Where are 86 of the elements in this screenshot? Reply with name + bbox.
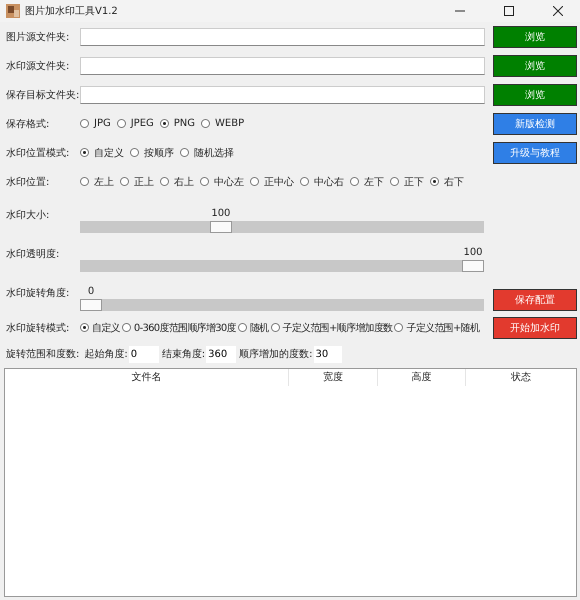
radio-option[interactable]: 中心右: [300, 174, 344, 188]
radio-option[interactable]: 子定义范围+随机: [394, 320, 480, 334]
folder-field[interactable]: [80, 28, 485, 46]
folder-field[interactable]: [80, 56, 485, 74]
angle-field[interactable]: 30: [314, 346, 342, 362]
radio-circle[interactable]: [270, 323, 280, 332]
radio-circle[interactable]: [80, 323, 89, 332]
field-label: 顺序增加的度数:: [239, 348, 312, 361]
slider-thumb[interactable]: [210, 221, 232, 233]
window-title: 图片加水印工具V1.2: [25, 4, 118, 18]
radio-circle[interactable]: [160, 119, 169, 128]
radio-option[interactable]: PNG: [160, 118, 196, 129]
radio-circle[interactable]: [250, 177, 259, 186]
radio-option[interactable]: 随机: [238, 320, 268, 334]
radio-circle[interactable]: [160, 177, 169, 186]
radio-option[interactable]: 正上: [120, 174, 154, 188]
save-config-button[interactable]: 保存配置: [493, 289, 577, 311]
slider-thumb[interactable]: [80, 299, 102, 311]
slider-track[interactable]: [80, 299, 484, 311]
angle-field[interactable]: 0: [128, 346, 159, 362]
slider-value: 0: [88, 286, 94, 299]
radio-option[interactable]: 左上: [80, 174, 114, 188]
field-label: 水印旋转角度:: [5, 286, 70, 300]
column-header[interactable]: 高度: [378, 369, 466, 386]
folder-field[interactable]: [80, 86, 485, 104]
close-icon[interactable]: [553, 6, 563, 16]
browse-button[interactable]: 浏览: [493, 84, 577, 106]
radio-circle[interactable]: [122, 323, 131, 332]
column-header[interactable]: 文件名: [5, 369, 289, 386]
radio-circle[interactable]: [120, 177, 129, 186]
field-label: 水印位置模式:: [5, 146, 70, 160]
radio-option[interactable]: 随机选择: [180, 146, 234, 160]
app-icon: [6, 4, 20, 18]
radio-option[interactable]: 0-360度范围顺序增30度: [122, 320, 236, 334]
browse-button[interactable]: 浏览: [493, 54, 577, 76]
column-header[interactable]: 状态: [466, 369, 576, 386]
radio-option[interactable]: 左下: [350, 174, 384, 188]
slider-thumb[interactable]: [462, 260, 484, 272]
field-label: 保存目标文件夹:: [5, 88, 80, 102]
radio-circle[interactable]: [430, 177, 439, 186]
radio-circle[interactable]: [80, 148, 89, 157]
radio-circle[interactable]: [200, 177, 209, 186]
slider-value: 100: [211, 208, 230, 221]
radio-option[interactable]: 右上: [160, 174, 194, 188]
start-button[interactable]: 开始加水印: [493, 316, 577, 338]
radio-option[interactable]: 中心左: [200, 174, 244, 188]
browse-button[interactable]: 浏览: [493, 26, 577, 48]
check-update-button[interactable]: 新版检测: [493, 112, 577, 134]
radio-circle[interactable]: [180, 148, 189, 157]
radio-option[interactable]: 子定义范围+顺序增加度数: [270, 320, 392, 334]
radio-option[interactable]: 正下: [390, 174, 424, 188]
radio-option[interactable]: 自定义: [80, 146, 124, 160]
slider-track[interactable]: [80, 221, 484, 233]
field-label: 水印位置:: [5, 176, 50, 188]
field-label: 水印透明度:: [5, 248, 60, 260]
radio-circle[interactable]: [130, 148, 139, 157]
field-label: 起始角度:: [84, 348, 128, 361]
slider-value: 100: [463, 247, 483, 260]
radio-option[interactable]: JPG: [80, 118, 111, 129]
radio-option[interactable]: JPEG: [116, 118, 154, 129]
maximize-icon[interactable]: [504, 6, 514, 16]
field-label: 结束角度:: [162, 348, 206, 361]
column-header[interactable]: 宽度: [289, 369, 378, 386]
radio-option[interactable]: 按顺序: [130, 146, 174, 160]
radio-option[interactable]: 正中心: [250, 174, 294, 188]
slider-track[interactable]: [80, 260, 484, 272]
radio-option[interactable]: 自定义: [80, 320, 120, 334]
radio-circle[interactable]: [390, 177, 399, 186]
field-label: 旋转范围和度数:: [6, 348, 80, 361]
radio-circle[interactable]: [394, 323, 404, 332]
radio-circle[interactable]: [350, 177, 359, 186]
angle-field[interactable]: 360: [206, 346, 236, 362]
field-label: 保存格式:: [5, 118, 50, 130]
upgrade-button[interactable]: 升级与教程: [493, 142, 577, 164]
radio-circle[interactable]: [80, 119, 89, 128]
radio-circle[interactable]: [201, 119, 210, 128]
field-label: 图片源文件夹:: [5, 30, 70, 44]
field-label: 水印旋转模式:: [5, 322, 70, 334]
radio-option[interactable]: 右下: [430, 174, 464, 188]
radio-circle[interactable]: [300, 177, 309, 186]
radio-option[interactable]: WEBP: [201, 118, 244, 129]
radio-circle[interactable]: [116, 119, 126, 128]
field-label: 水印大小:: [5, 208, 50, 222]
field-label: 水印源文件夹:: [5, 60, 70, 72]
radio-circle[interactable]: [80, 177, 89, 186]
radio-circle[interactable]: [238, 323, 247, 332]
